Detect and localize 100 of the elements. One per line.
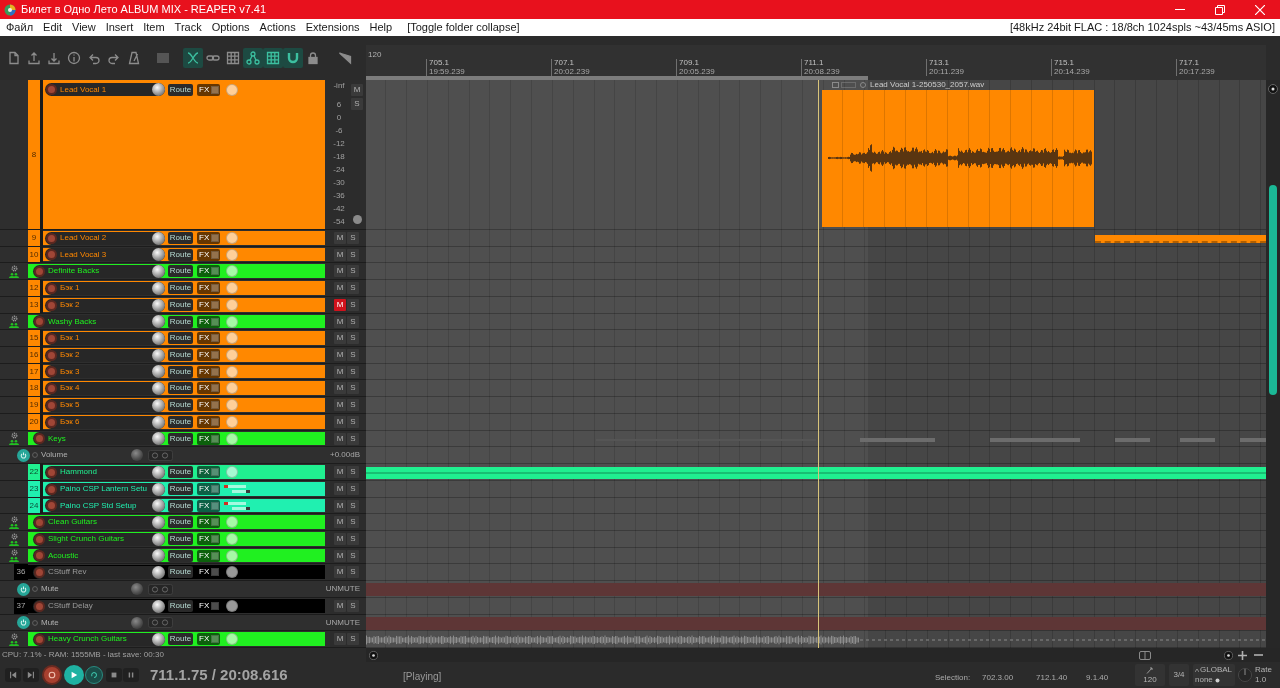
tempo-marker[interactable]: 120 [368,51,382,59]
meter-knob[interactable] [352,215,362,224]
track-name-field[interactable]: Lead Vocal 1 [45,83,165,96]
mute-button[interactable]: M [334,248,346,261]
solo-button[interactable]: S [347,349,359,361]
item-controls-icon[interactable] [832,82,867,88]
gear-icon[interactable] [10,264,18,272]
fx-bypass-icon[interactable] [211,602,220,610]
dual-pan-control[interactable] [224,499,253,512]
track-header[interactable]: Бэк 6 Route FX [43,415,325,429]
solo-button[interactable]: S [347,516,359,528]
record-button[interactable] [42,665,62,685]
fx-button[interactable]: FX [197,499,221,512]
solo-button[interactable]: S [347,399,359,411]
people-icon[interactable] [9,272,19,278]
solo-button[interactable]: S [347,365,359,378]
volume-knob[interactable] [152,331,165,345]
solo-button[interactable]: S [347,232,359,244]
mute-button[interactable]: M [351,84,363,96]
record-arm-button[interactable] [46,332,57,344]
volume-knob[interactable] [152,565,165,579]
route-button[interactable]: Route [168,549,193,562]
track-header[interactable]: Бэк 2 Route FX [43,298,325,312]
volume-knob[interactable] [152,482,165,496]
timeline-ruler[interactable]: 120 705.1 19:59.239 707.1 20:02.239 709.1 20:05.239 711.1 20:08.239 713.1 20:11.239 715.1 20:14.239 717.1 20:17.239 [366,45,1266,80]
track-header[interactable]: Бэк 3 Route FX [43,365,325,378]
people-icon[interactable] [9,640,19,646]
track-name-field[interactable]: Бэк 2 [45,348,165,362]
mute-button[interactable]: M [334,466,346,478]
track-name-field[interactable]: Washy Backs [33,315,165,328]
route-button[interactable]: Route [168,315,193,328]
horizontal-scrollbar[interactable] [366,648,1280,662]
fx-button[interactable]: FX [197,83,221,96]
gear-icon[interactable] [10,315,18,322]
fx-button[interactable]: FX [197,299,221,311]
track-header[interactable]: Slight Crunch Guitars Route FX [28,532,325,546]
record-arm-button[interactable] [34,533,45,545]
volume-knob[interactable] [152,315,165,328]
mute-button[interactable]: M [334,399,346,411]
split-panel-icon[interactable] [1139,650,1151,660]
mute-button[interactable]: M [334,349,346,361]
record-arm-button[interactable] [46,299,57,311]
volume-knob[interactable] [152,398,165,412]
envelope-knob[interactable] [131,616,143,629]
volume-knob[interactable] [152,499,165,512]
gear-icon[interactable] [10,632,18,640]
solo-button[interactable]: S [347,332,359,344]
fx-button[interactable]: FX [197,399,221,411]
volume-knob[interactable] [152,298,165,312]
gear-icon[interactable] [10,432,18,439]
people-icon[interactable] [9,440,19,445]
track-header[interactable]: Hammond Route FX [43,465,325,479]
track-header[interactable]: Acoustic Route FX [28,549,325,562]
track-name-field[interactable]: Clean Guitars [33,515,165,529]
route-button[interactable]: Route [168,416,193,428]
toolbar-button[interactable] [183,48,203,68]
people-icon[interactable] [9,540,19,546]
menu-item[interactable]: Help [364,22,398,33]
volume-knob[interactable] [152,381,165,395]
track-header[interactable]: Бэк 1 Route FX [43,281,325,295]
envelope-knob[interactable] [131,449,143,461]
mute-button[interactable]: M [334,499,346,512]
route-button[interactable]: Route [168,382,193,394]
menu-item[interactable]: Extensions [300,22,365,33]
solo-button[interactable]: S [347,483,359,495]
fx-button[interactable]: FX [197,315,221,328]
track-name-field[interactable]: Definite Backs [33,264,165,278]
solo-button[interactable]: S [347,282,359,294]
record-arm-button[interactable] [46,483,57,495]
rate-value[interactable]: 1.0 [1255,676,1272,684]
volume-knob[interactable] [152,348,165,362]
solo-button[interactable]: S [347,533,359,545]
envelope-header[interactable]: Mute UNMUTE [0,581,366,598]
people-icon[interactable] [9,523,19,529]
scrollbar-thumb[interactable] [1269,185,1277,395]
track-name-field[interactable]: Acoustic [33,549,165,562]
route-button[interactable]: Route [168,399,193,411]
volume-knob[interactable] [152,465,165,479]
gear-icon[interactable] [10,549,18,556]
track-header[interactable]: Бэк 5 Route FX [43,398,325,412]
menu-item[interactable]: Actions [254,22,301,33]
route-button[interactable]: Route [168,365,193,378]
menu-item[interactable]: Insert [100,22,139,33]
track-header[interactable]: Washy Backs Route FX [28,315,325,328]
track-header[interactable]: Бэк 2 Route FX [43,348,325,362]
menu-item[interactable]: View [67,22,101,33]
record-arm-button[interactable] [34,433,45,444]
envelope-button[interactable] [17,582,30,596]
route-button[interactable]: Route [168,332,193,344]
playrate-knob[interactable] [1238,668,1252,682]
route-button[interactable]: Route [168,248,193,261]
volume-knob[interactable] [152,231,165,245]
envelope-header[interactable]: Mute UNMUTE [0,615,366,631]
fx-button[interactable]: FX [197,533,221,545]
solo-button[interactable]: S [347,299,359,311]
route-button[interactable]: Route [168,83,193,96]
route-button[interactable]: Route [168,349,193,361]
route-button[interactable]: Route [168,516,193,528]
solo-button[interactable]: S [351,98,363,110]
audio-device-status[interactable]: [48kHz 24bit FLAC : 18/8ch 1024spls ~43/45ms ASIO] [1009,22,1275,33]
